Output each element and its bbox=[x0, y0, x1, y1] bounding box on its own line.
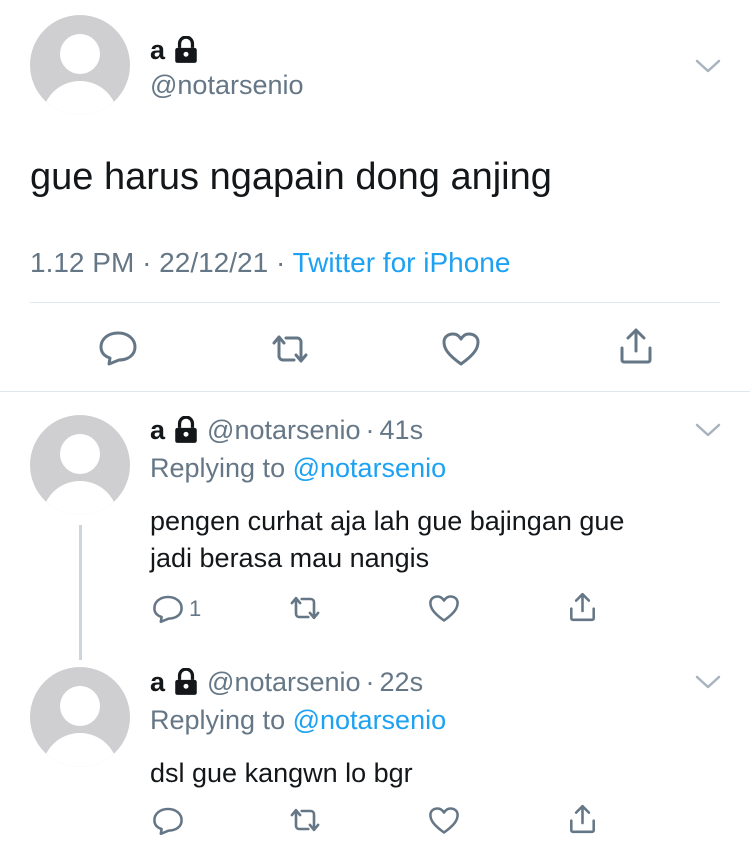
divider bbox=[30, 302, 720, 303]
reply-text: pengen curhat aja lah gue bajingan gue j… bbox=[150, 503, 624, 577]
like-icon[interactable] bbox=[441, 331, 481, 367]
main-author[interactable]: a bbox=[150, 34, 199, 66]
reply-text-line: dsl gue kangwn lo bgr bbox=[150, 758, 413, 788]
handle[interactable]: @notarsenio bbox=[150, 70, 304, 101]
reply-text-line: pengen curhat aja lah gue bajingan gue bbox=[150, 506, 625, 536]
divider bbox=[0, 391, 750, 392]
reply-icon[interactable] bbox=[98, 330, 138, 366]
separator: · bbox=[365, 666, 375, 697]
display-name[interactable]: a bbox=[150, 667, 165, 698]
tweet-age: 41s bbox=[379, 414, 424, 445]
share-icon[interactable] bbox=[618, 326, 654, 366]
display-name[interactable]: a bbox=[150, 415, 165, 446]
reply-header: a @notarsenio · 41s bbox=[150, 414, 423, 446]
tweet-date: 22/12/21 bbox=[159, 247, 269, 278]
lock-icon bbox=[175, 36, 197, 63]
retweet-icon[interactable] bbox=[268, 332, 312, 366]
thread-line bbox=[79, 525, 82, 660]
avatar[interactable] bbox=[30, 15, 130, 115]
reply-text: dsl gue kangwn lo bgr bbox=[150, 755, 413, 792]
reply-count: 1 bbox=[189, 596, 202, 621]
lock-icon bbox=[175, 416, 197, 443]
replying-to-label: Replying to bbox=[150, 453, 286, 483]
share-icon[interactable] bbox=[568, 591, 597, 623]
replying-to: Replying to @notarsenio bbox=[150, 453, 446, 484]
reply-header: a @notarsenio · 22s bbox=[150, 666, 423, 698]
like-icon[interactable] bbox=[428, 806, 460, 835]
lock-icon bbox=[175, 668, 197, 695]
handle[interactable]: @notarsenio bbox=[207, 415, 361, 446]
like-icon[interactable] bbox=[428, 594, 460, 623]
separator: · bbox=[275, 247, 286, 278]
replying-to-label: Replying to bbox=[150, 705, 286, 735]
reply-icon[interactable] bbox=[152, 806, 184, 836]
separator: · bbox=[365, 414, 375, 445]
mention-link[interactable]: @notarsenio bbox=[293, 705, 447, 735]
chevron-down-icon[interactable] bbox=[695, 58, 721, 74]
tweet-source-link[interactable]: Twitter for iPhone bbox=[293, 247, 511, 278]
mention-link[interactable]: @notarsenio bbox=[293, 453, 447, 483]
reply-icon[interactable] bbox=[152, 594, 184, 624]
replying-to: Replying to @notarsenio bbox=[150, 705, 446, 736]
separator: · bbox=[142, 247, 152, 278]
tweet-age: 22s bbox=[379, 666, 424, 697]
retweet-icon[interactable] bbox=[287, 806, 323, 834]
handle[interactable]: @notarsenio bbox=[207, 667, 361, 698]
reply-text-line: jadi berasa mau nangis bbox=[150, 543, 430, 573]
tweet-time: 1.12 PM bbox=[30, 247, 135, 278]
display-name[interactable]: a bbox=[150, 35, 165, 66]
avatar[interactable] bbox=[30, 415, 130, 515]
share-icon[interactable] bbox=[568, 803, 597, 835]
chevron-down-icon[interactable] bbox=[695, 422, 721, 438]
tweet-meta: 1.12 PM · 22/12/21 · Twitter for iPhone bbox=[30, 247, 510, 279]
retweet-icon[interactable] bbox=[287, 594, 323, 622]
tweet-text: gue harus ngapain dong anjing bbox=[30, 156, 552, 198]
chevron-down-icon[interactable] bbox=[695, 674, 721, 690]
avatar[interactable] bbox=[30, 667, 130, 767]
